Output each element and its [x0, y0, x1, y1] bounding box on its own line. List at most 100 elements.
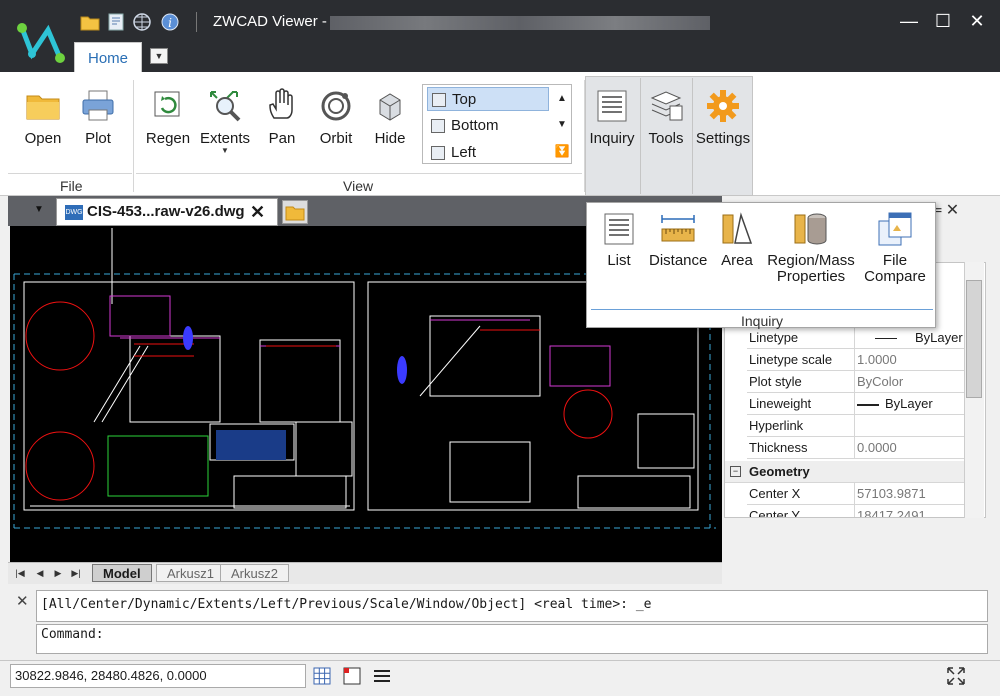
- tab-arkusz2[interactable]: Arkusz2: [220, 564, 289, 582]
- view-left[interactable]: Left: [427, 141, 549, 165]
- file-group-label: File: [60, 178, 83, 194]
- web-icon[interactable]: [132, 12, 152, 32]
- tools-button[interactable]: Tools: [643, 88, 689, 147]
- print-settings-icon[interactable]: [106, 12, 126, 32]
- list-button[interactable]: List: [601, 211, 637, 269]
- hide-button[interactable]: Hide: [372, 88, 408, 147]
- plot-label: Plot: [85, 130, 111, 147]
- maximize-button[interactable]: ☐: [930, 10, 956, 32]
- tab-home[interactable]: Home: [74, 42, 142, 73]
- prev-layout-icon[interactable]: ◀: [34, 566, 46, 580]
- zoom-extents-icon: [210, 91, 241, 122]
- properties-scroll-thumb[interactable]: [966, 280, 982, 398]
- open-new-document-tab[interactable]: [282, 200, 308, 224]
- settings-button[interactable]: Settings: [695, 88, 751, 147]
- pan-button[interactable]: Pan: [264, 88, 300, 147]
- folder-icon[interactable]: [80, 12, 100, 32]
- tab-model[interactable]: Model: [92, 564, 152, 582]
- compare-label: Compare: [864, 268, 926, 285]
- menu-icon[interactable]: [372, 666, 392, 686]
- prop-row-lineweight[interactable]: Lineweight ByLayer: [747, 393, 965, 415]
- printer-icon: [82, 90, 114, 121]
- regen-button[interactable]: Regen: [144, 88, 192, 147]
- group-separator: [692, 78, 693, 194]
- prop-row-center-x[interactable]: Center X 57103.9871: [747, 483, 965, 505]
- cube-icon: [431, 119, 445, 133]
- prop-value: ByLayer: [857, 327, 965, 349]
- title-separator: [196, 12, 197, 32]
- command-input[interactable]: Command:: [36, 624, 988, 654]
- view-scroll-down[interactable]: ▼: [553, 113, 571, 137]
- inquiry-dropdown-separator: [591, 309, 933, 310]
- tab-arkusz1[interactable]: Arkusz1: [156, 564, 225, 582]
- document-tab-title: CIS-453...raw-v26.dwg: [87, 203, 245, 220]
- prop-value: 18417.2491: [857, 508, 926, 518]
- prop-name: Lineweight: [749, 393, 855, 415]
- region-mass-properties-button[interactable]: Region/Mass Properties: [767, 211, 855, 285]
- regen-icon: [154, 91, 180, 117]
- view-bottom-label: Bottom: [451, 117, 499, 134]
- orbit-button[interactable]: Orbit: [316, 88, 356, 147]
- view-expand[interactable]: ⏬: [553, 139, 571, 163]
- hide-label: Hide: [374, 130, 406, 147]
- distance-label: Distance: [649, 252, 708, 269]
- view-top[interactable]: Top: [427, 87, 549, 111]
- inquiry-group-label: Inquiry: [740, 313, 784, 329]
- coordinate-readout: 30822.9846, 28480.4826, 0.0000: [10, 664, 306, 688]
- prop-row-center-y[interactable]: Center Y 18417.2491: [747, 505, 965, 518]
- extents-label: Extents: [199, 130, 251, 147]
- fullscreen-icon[interactable]: [946, 666, 966, 686]
- linetype-swatch-icon: [875, 338, 897, 340]
- view-bottom[interactable]: Bottom: [427, 114, 549, 138]
- document-tab[interactable]: DWG CIS-453...raw-v26.dwg: [56, 198, 278, 226]
- inquiry-icon: [597, 90, 627, 122]
- plot-button[interactable]: Plot: [78, 88, 118, 147]
- info-icon[interactable]: i: [160, 12, 180, 32]
- ribbon-options-dropdown[interactable]: ▼: [150, 48, 168, 64]
- inquiry-button[interactable]: Inquiry: [586, 88, 638, 147]
- snap-icon[interactable]: [342, 666, 362, 686]
- prop-row-linetype[interactable]: Linetype ByLayer: [747, 327, 965, 349]
- view-scroll-up[interactable]: ▲: [553, 87, 571, 111]
- file-group-divider: [8, 173, 132, 174]
- prop-value: ByLayer: [857, 393, 965, 415]
- hide-icon: [379, 93, 401, 121]
- command-history: [All/Center/Dynamic/Extents/Left/Previou…: [36, 590, 988, 622]
- area-button[interactable]: Area: [717, 211, 757, 269]
- prop-row-linetype-scale[interactable]: Linetype scale 1.0000: [747, 349, 965, 371]
- close-window-button[interactable]: ✕: [964, 10, 990, 32]
- close-command-icon[interactable]: ✕: [16, 592, 29, 610]
- collapse-icon[interactable]: −: [730, 466, 741, 477]
- list-label: List: [607, 252, 631, 269]
- distance-button[interactable]: Distance: [649, 211, 707, 269]
- document-menu-dropdown[interactable]: ▼: [34, 204, 44, 215]
- first-layout-icon[interactable]: |◀: [14, 566, 26, 580]
- svg-text:i: i: [168, 16, 172, 30]
- prop-row-thickness[interactable]: Thickness 0.0000: [747, 437, 965, 459]
- prop-name: Center Y: [749, 505, 855, 517]
- window-title: ZWCAD Viewer -: [213, 13, 327, 30]
- view-list[interactable]: Top Bottom Left ▲ ▼ ⏬: [422, 84, 572, 164]
- grid-icon[interactable]: [312, 666, 332, 686]
- chevron-down-icon: ▼: [154, 51, 164, 61]
- cube-icon: [432, 93, 446, 107]
- dwg-file-icon: DWG: [65, 205, 83, 220]
- extents-button[interactable]: Extents ▼: [198, 88, 252, 155]
- settings-label: Settings: [695, 130, 751, 147]
- orbit-icon: [321, 91, 351, 121]
- file-compare-button[interactable]: File Compare: [863, 211, 927, 285]
- prop-row-plot-style[interactable]: Plot style ByColor: [747, 371, 965, 393]
- pan-label: Pan: [268, 130, 296, 147]
- folder-icon: [285, 206, 305, 221]
- next-layout-icon[interactable]: ▶: [52, 566, 64, 580]
- geometry-group-header[interactable]: − Geometry: [725, 461, 965, 483]
- minimize-button[interactable]: —: [896, 10, 922, 32]
- prop-row-hyperlink[interactable]: Hyperlink: [747, 415, 965, 437]
- ruler-icon: [661, 215, 695, 242]
- close-document-button[interactable]: ✕: [250, 202, 265, 223]
- open-button[interactable]: Open: [22, 88, 64, 147]
- last-layout-icon[interactable]: ▶|: [70, 566, 82, 580]
- area-label: Area: [721, 252, 753, 269]
- zwcad-logo-icon[interactable]: [10, 14, 68, 70]
- area-icon: [722, 212, 753, 244]
